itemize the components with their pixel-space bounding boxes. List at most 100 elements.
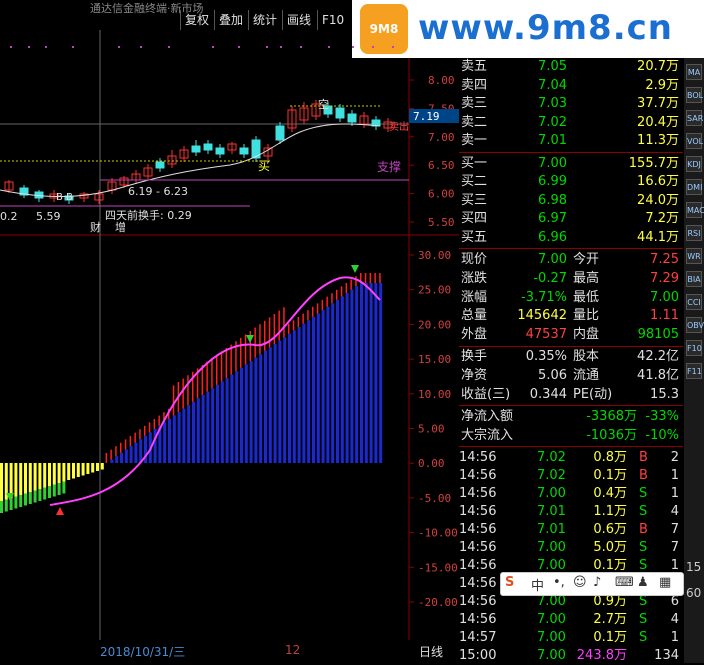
indicator-bar-blue xyxy=(187,405,191,463)
tick-row: 14:57 7.00 0.1万 S 1 xyxy=(459,629,683,647)
ask-price: 7.02 xyxy=(538,114,567,130)
indicator-bar-blue xyxy=(350,289,354,463)
signal-dot xyxy=(168,46,170,48)
overlay-button[interactable]: 叠加 xyxy=(214,10,247,30)
stats-button[interactable]: 统计 xyxy=(248,10,281,30)
ask-row: 卖三 7.03 37.7万 xyxy=(459,95,683,113)
indicator-kdj-icon[interactable]: KDJ xyxy=(686,156,702,172)
indicator-bar-blue xyxy=(259,354,263,463)
tick-side: S xyxy=(639,612,648,628)
indicator-f10-icon[interactable]: F10 xyxy=(686,340,702,356)
ime-lang[interactable]: 中 xyxy=(531,575,544,594)
indicator-ma-icon[interactable]: MA xyxy=(686,64,702,80)
signal-dot xyxy=(10,46,12,48)
signal-dot xyxy=(300,46,302,48)
tools-icon[interactable]: ▦ xyxy=(659,575,671,590)
indicator-bar-yellow xyxy=(24,463,27,494)
period-label[interactable]: 日线 xyxy=(419,643,443,660)
indicator-vol-icon[interactable]: VOL xyxy=(686,133,703,149)
left-hold-label: 0.2 xyxy=(0,210,18,223)
indicator-bar-red xyxy=(240,337,242,368)
ask-volume: 20.4万 xyxy=(637,114,679,130)
tick-time: 14:56 xyxy=(459,504,497,520)
indicator-bar-red xyxy=(254,327,256,358)
skin-icon[interactable]: ♟ xyxy=(637,575,649,590)
tick-price: 7.00 xyxy=(537,648,566,664)
tick-price: 7.01 xyxy=(537,522,566,538)
divider xyxy=(459,151,683,153)
indicator-dmi-icon[interactable]: DMI xyxy=(686,179,702,195)
indicator-bias-icon[interactable]: BIA xyxy=(686,271,702,287)
candle-body xyxy=(215,147,225,155)
divider xyxy=(459,446,683,448)
indicator-bar-yellow xyxy=(76,463,80,477)
stat-label: 总量 xyxy=(461,308,488,324)
voice-icon[interactable]: ♪ xyxy=(593,575,601,590)
indicator-f11-icon[interactable]: F11 xyxy=(686,363,702,379)
indicator-rsi-icon[interactable]: RSI xyxy=(686,225,702,241)
indicator-bar-green xyxy=(28,492,32,504)
flow-value: -1036万 xyxy=(586,427,637,443)
indicator-bar-blue xyxy=(360,283,363,463)
tick-price: 7.02 xyxy=(537,468,566,484)
stat-row: 涨幅 -3.71% 最低 7.00 xyxy=(459,289,683,307)
indicator-bar-red xyxy=(206,361,208,392)
ask-volume: 11.3万 xyxy=(637,133,679,148)
indicator-obv-icon[interactable]: OBV xyxy=(686,317,704,333)
indicator-bar-red xyxy=(220,351,223,382)
indicator-sar-icon[interactable]: SAR xyxy=(686,110,703,126)
fuquan-button[interactable]: 复权 xyxy=(180,10,213,30)
bottom-bar: 2018/10/31/三 12 日线 xyxy=(0,640,459,663)
indicator-bar-red xyxy=(364,273,367,283)
ime-toolbar[interactable]: S 中 •, ☺ ♪ ⌨ ♟ ▦ xyxy=(500,572,684,596)
indicator-bar-red xyxy=(316,303,319,314)
indicator-bar-blue xyxy=(244,364,248,463)
tick-row: 14:56 7.00 0.9万 S 6 xyxy=(459,593,683,611)
sogou-icon[interactable]: S xyxy=(505,575,514,590)
indicator-boll-icon[interactable]: BOL xyxy=(686,87,703,103)
tick-time: 14:56 xyxy=(459,540,497,556)
signal-arrow-icon xyxy=(56,507,64,515)
indicator-bar-green xyxy=(57,483,61,495)
flow-row: 净流入额 -3368万 -33% xyxy=(459,408,683,426)
indicator-bar-red xyxy=(158,415,160,426)
stat-row: 现价 7.00 今开 7.25 xyxy=(459,251,683,269)
ask-volume: 20.7万 xyxy=(637,59,679,74)
f10-button[interactable]: F10 xyxy=(317,10,348,30)
tick-time: 15:00 xyxy=(459,648,497,664)
draw-button[interactable]: 画线 xyxy=(282,10,315,30)
keyboard-icon[interactable]: ⌨ xyxy=(615,575,634,590)
indicator-bar-yellow xyxy=(91,463,95,473)
indicator-cci-icon[interactable]: CCI xyxy=(686,294,702,310)
indicator-bar-blue xyxy=(129,446,133,463)
indicator-bars xyxy=(0,273,383,513)
indicator-bar-red xyxy=(105,453,108,463)
tick-time: 14:56 xyxy=(459,486,497,502)
chart-area[interactable]: 8.007.507.006.506.005.50 30.0025.0020.00… xyxy=(0,30,459,640)
tick-time: 14:57 xyxy=(459,630,497,646)
ask-row: 卖五 7.05 20.7万 xyxy=(459,58,683,76)
tick-volume: 0.9万 xyxy=(593,594,627,610)
stat-row: 总量 145642 量比 1.11 xyxy=(459,307,683,325)
period-shortcut[interactable]: 15 xyxy=(686,560,701,574)
indicator-bar-red xyxy=(326,296,328,307)
b-marks-label: B B xyxy=(56,192,73,203)
indicator-bar-green xyxy=(52,484,56,497)
signal-dot xyxy=(140,46,142,48)
stat-value: 98105 xyxy=(637,327,679,343)
punct-icon[interactable]: •, xyxy=(553,575,565,590)
period-shortcut[interactable]: 60 xyxy=(686,586,701,600)
indicator-wr-icon[interactable]: WR xyxy=(686,248,702,264)
indicator-bar-red xyxy=(124,439,127,450)
indicator-tick-label: -10.00 xyxy=(418,527,458,540)
emoji-icon[interactable]: ☺ xyxy=(573,575,587,590)
tick-price: 7.00 xyxy=(537,486,566,502)
signal-dot xyxy=(266,46,268,48)
indicator-macd-icon[interactable]: MAC xyxy=(686,202,704,218)
tick-time: 14:56 xyxy=(459,522,497,538)
indicator-bar-yellow xyxy=(81,463,85,476)
cursor-date: 2018/10/31/三 xyxy=(100,645,186,659)
tick-count: 7 xyxy=(670,522,679,538)
tick-time: 14:56 xyxy=(459,450,497,466)
bid-volume: 7.2万 xyxy=(645,211,679,226)
